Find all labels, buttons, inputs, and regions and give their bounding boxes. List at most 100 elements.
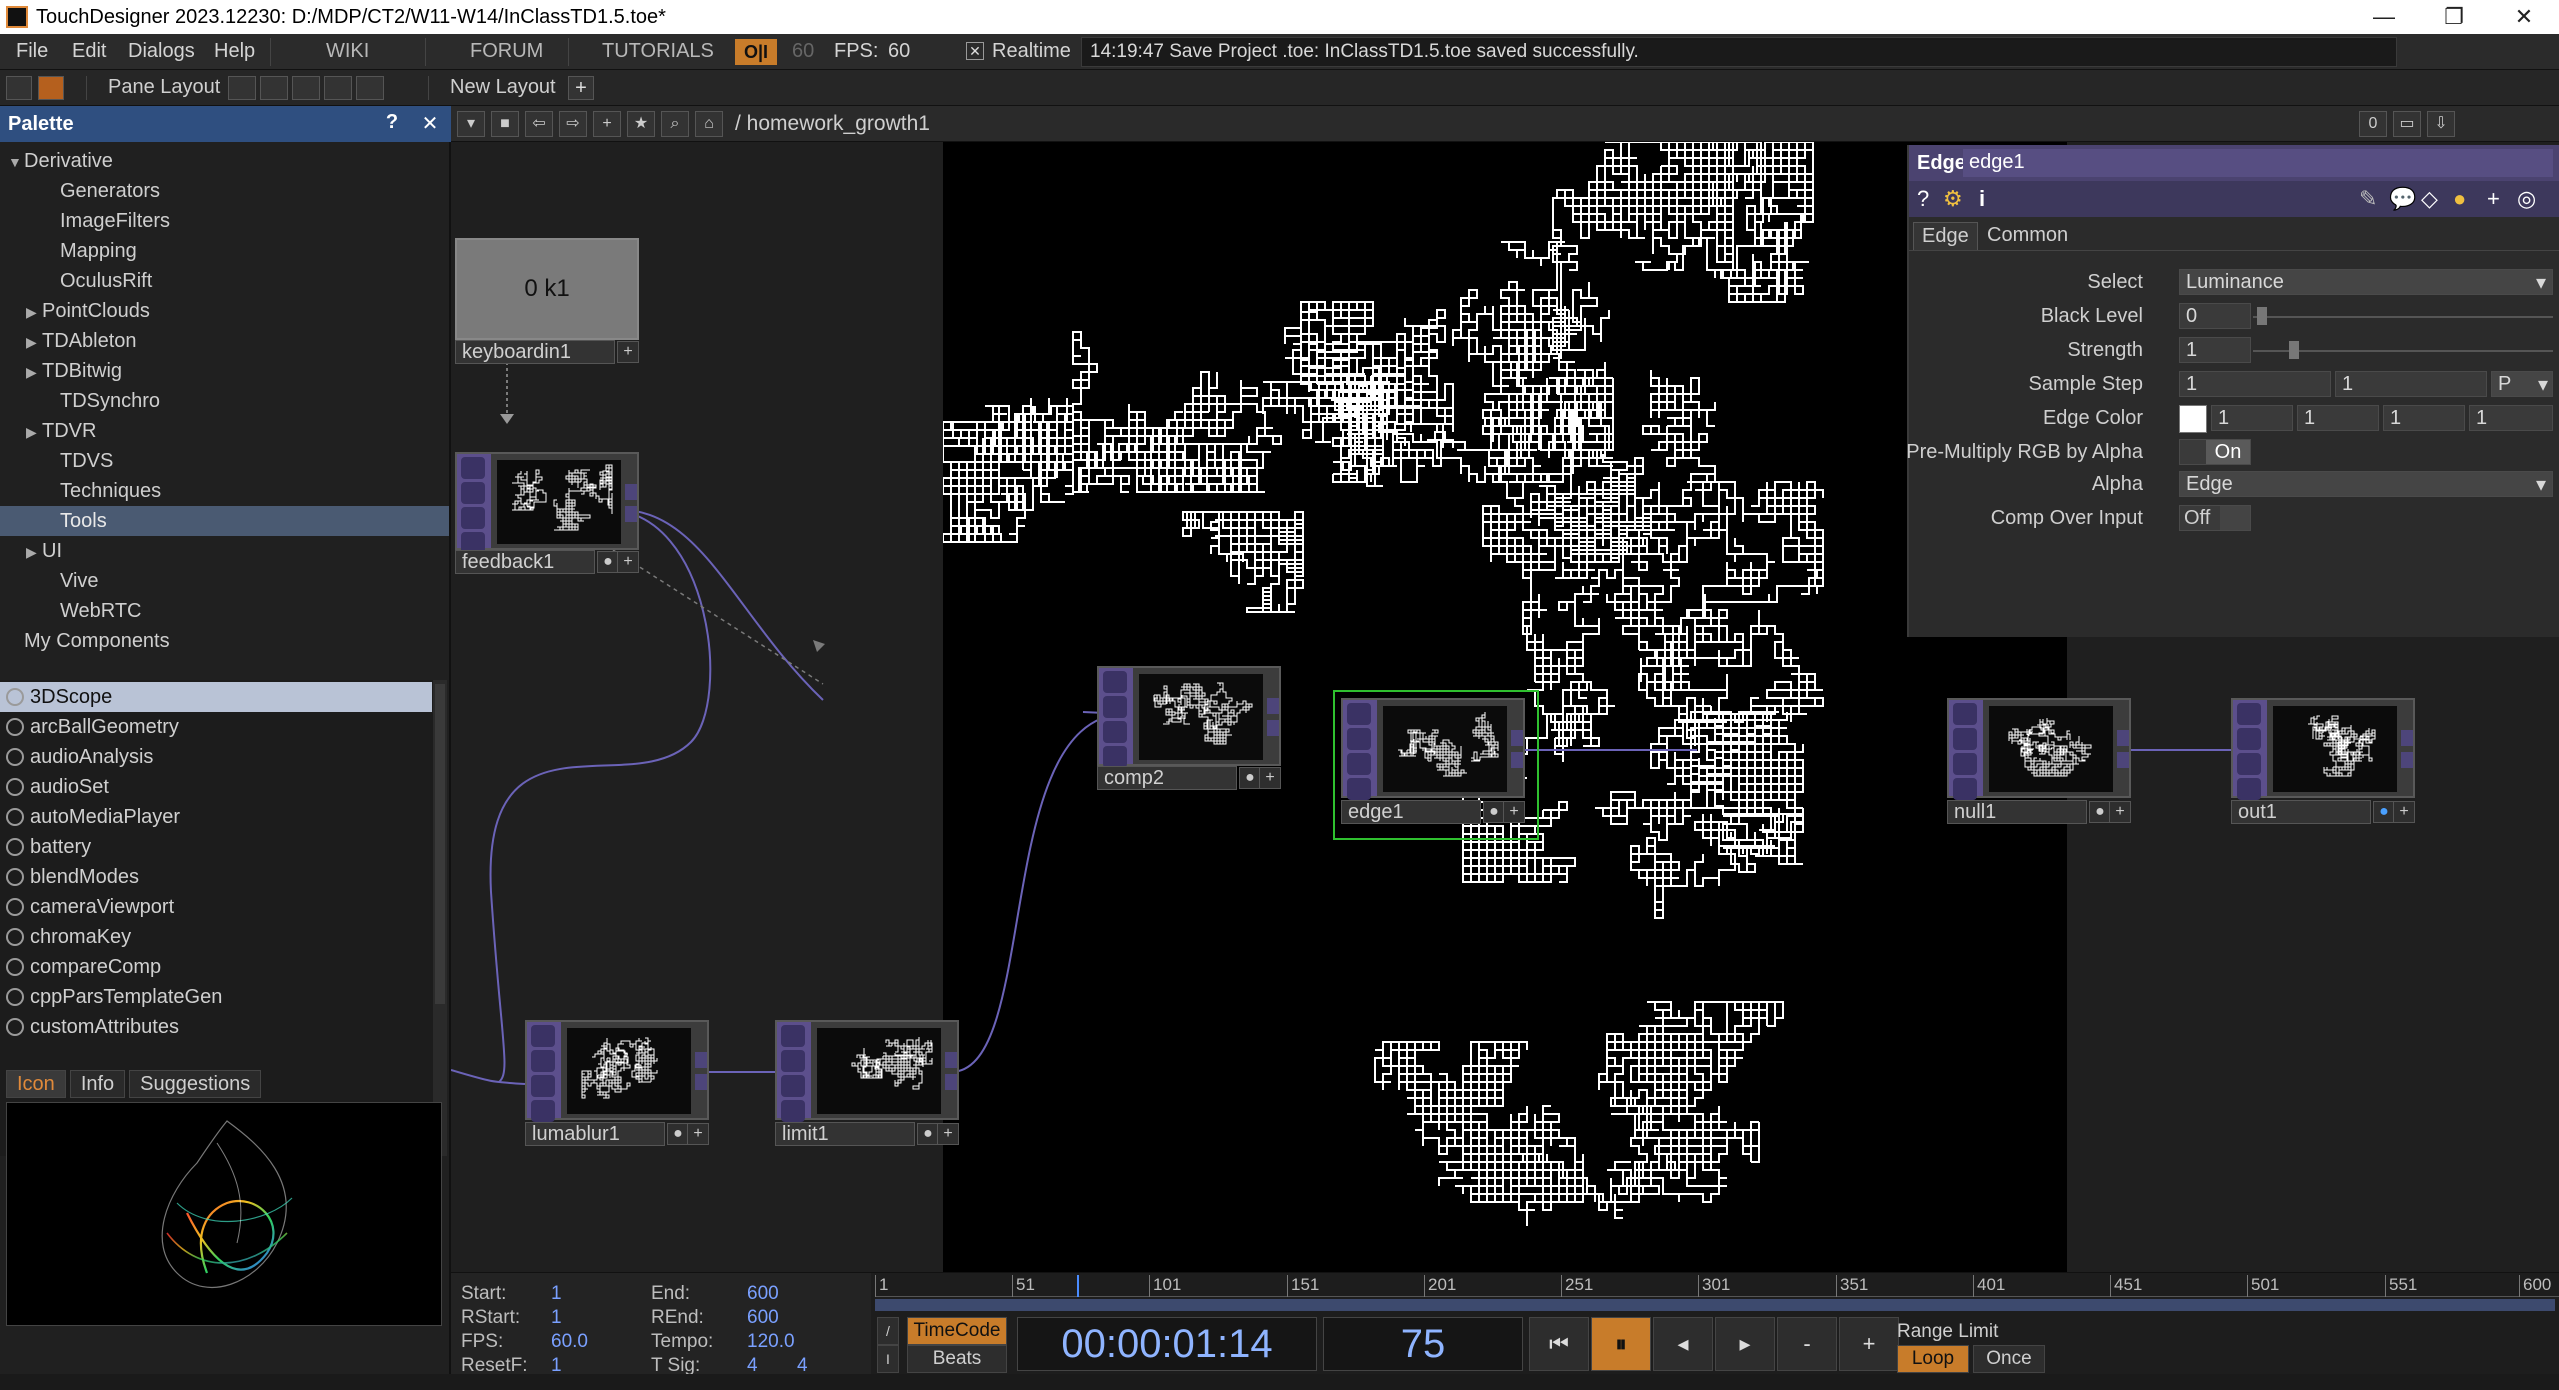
node-viewer-toggle[interactable]: + [617,341,639,363]
expanded-arrow-icon[interactable]: ▼ [8,147,24,177]
node-lumablur1[interactable] [525,1020,709,1122]
node-label-out1[interactable]: out1 [2231,800,2371,824]
loop-toggle[interactable]: Loop [1897,1345,1969,1373]
tool-item-automediaplayer[interactable]: autoMediaPlayer [0,802,432,832]
sample-step-x-field[interactable]: 1 [2179,371,2331,397]
add-param-icon[interactable]: + [2487,186,2500,212]
palette-folder-tdableton[interactable]: ▶ TDAbleton [0,326,449,356]
node-display-flag[interactable]: ● [667,1123,689,1145]
rewind-icon[interactable]: ⏮ [1529,1317,1589,1371]
node-label-feedback1[interactable]: feedback1 [455,550,595,574]
palette-folder-oculusrift[interactable]: OculusRift [0,266,449,296]
wiki-link[interactable]: WIKI [326,40,369,63]
tool-item-battery[interactable]: battery [0,832,432,862]
cook-toggle-button[interactable]: O|I [735,39,777,65]
stop-icon[interactable]: ■ [491,111,519,137]
layout-single-icon[interactable] [228,76,256,100]
strength-field[interactable]: 1 [2179,337,2251,363]
bookmark-icon[interactable]: ◇ [2421,186,2438,212]
node-comp2[interactable] [1097,666,1281,768]
search-icon[interactable]: ⌕ [661,111,689,137]
node-display-flag[interactable]: ● [917,1123,939,1145]
select-dropdown[interactable]: Luminance ▾ [2179,269,2553,295]
decrement-icon[interactable]: - [1777,1317,1837,1371]
black-level-slider[interactable] [2253,316,2553,318]
step-back-icon[interactable]: ◂ [1653,1317,1713,1371]
minimize-button[interactable]: — [2349,0,2419,34]
timeline-playhead[interactable] [1077,1275,1079,1297]
step-forward-icon[interactable]: ▸ [1715,1317,1775,1371]
node-display-flag[interactable]: ● [597,551,619,573]
node-null1[interactable] [1947,698,2131,800]
menu-help[interactable]: Help [214,40,255,63]
node-label-comp2[interactable]: comp2 [1097,766,1237,790]
node-display-flag[interactable]: ● [2089,801,2111,823]
tools-scrollbar-thumb[interactable] [435,684,445,1004]
menu-file[interactable]: File [16,40,48,63]
home-icon[interactable]: ⌂ [695,111,723,137]
premultiply-toggle[interactable]: On [2179,439,2251,465]
node-feedback1[interactable] [455,452,639,554]
collapsed-arrow-icon[interactable]: ▶ [26,297,42,327]
node-limit1[interactable] [775,1020,959,1122]
timecode-display[interactable]: 00:00:01:14 [1017,1317,1317,1371]
palette-folder-tdvs[interactable]: TDVS [0,446,449,476]
tool-item-audioanalysis[interactable]: audioAnalysis [0,742,432,772]
palette-folder-pointclouds[interactable]: ▶ PointClouds [0,296,449,326]
tool-item-blendmodes[interactable]: blendModes [0,862,432,892]
operator-name-field[interactable]: edge1 [1963,149,2553,177]
add-layout-button[interactable]: + [568,76,594,100]
node-viewer-toggle[interactable]: + [2393,801,2415,823]
palette-folder-imagefilters[interactable]: ImageFilters [0,206,449,236]
tool-item-chromakey[interactable]: chromaKey [0,922,432,952]
rstart-value[interactable]: 1 [551,1307,562,1329]
node-out1[interactable] [2231,698,2415,800]
node-label-keyboardin1[interactable]: keyboardin1 [455,340,615,364]
python-help-icon[interactable]: ⚙ [1943,186,1963,212]
node-edge1[interactable] [1341,698,1525,800]
palette-folder-my-components[interactable]: My Components [0,626,449,656]
collapsed-arrow-icon[interactable]: ▶ [26,417,42,447]
tool-item-cameraviewport[interactable]: cameraViewport [0,892,432,922]
node-display-flag-on[interactable]: ● [2373,801,2395,823]
edge-color-r-field[interactable]: 1 [2211,405,2293,431]
node-label-limit1[interactable]: limit1 [775,1122,915,1146]
tab-suggestions[interactable]: Suggestions [129,1070,262,1098]
timecode-toggle[interactable]: TimeCode [907,1317,1007,1345]
collapsed-arrow-icon[interactable]: ▶ [26,357,42,387]
chevron-down-icon[interactable]: ▾ [457,111,485,137]
edit-pencil-icon[interactable]: ✎ [2359,186,2377,212]
rend-value[interactable]: 600 [747,1307,779,1329]
strength-slider-knob[interactable] [2289,341,2299,359]
palette-toggle-icon[interactable] [38,76,64,100]
palette-folder-mapping[interactable]: Mapping [0,236,449,266]
tool-item-customattributes[interactable]: customAttributes [0,1012,432,1042]
edge-color-b-field[interactable]: 1 [2383,405,2465,431]
forward-icon[interactable]: ⇨ [559,111,587,137]
palette-folder-tdsynchro[interactable]: TDSynchro [0,386,449,416]
tool-item-3dscope[interactable]: 3DScope [0,682,432,712]
tempo-value[interactable]: 120.0 [747,1331,795,1353]
node-display-flag[interactable]: ● [1483,801,1505,823]
node-viewer-toggle[interactable]: + [937,1123,959,1145]
node-display-flag[interactable]: ● [1239,767,1261,789]
layout-split-h-icon[interactable] [292,76,320,100]
target-icon[interactable]: ◎ [2517,186,2536,212]
realtime-checkbox[interactable]: ✕ [966,42,984,60]
timeline-range-bar[interactable] [875,1299,2555,1311]
timeline-ruler[interactable]: 1 51 101 151 201 251 301 351 401 451 501 551 600 [875,1273,2559,1297]
network-path[interactable]: / homework_growth1 [735,112,930,136]
node-viewer-toggle[interactable]: + [2109,801,2131,823]
layout-quad-icon[interactable] [356,76,384,100]
palette-folder-derivative[interactable]: ▼ Derivative [0,146,449,176]
sample-step-y-field[interactable]: 1 [2335,371,2487,397]
tab-edge[interactable]: Edge [1913,222,1978,250]
fps-value[interactable]: 60.0 [551,1331,588,1353]
layout-triple-icon[interactable] [324,76,352,100]
palette-folder-vive[interactable]: Vive [0,566,449,596]
tab-common[interactable]: Common [1979,222,2076,249]
once-toggle[interactable]: Once [1973,1345,2045,1373]
edge-color-g-field[interactable]: 1 [2297,405,2379,431]
black-level-slider-knob[interactable] [2257,307,2267,325]
pane-menu-icon[interactable]: ⇩ [2427,111,2455,137]
